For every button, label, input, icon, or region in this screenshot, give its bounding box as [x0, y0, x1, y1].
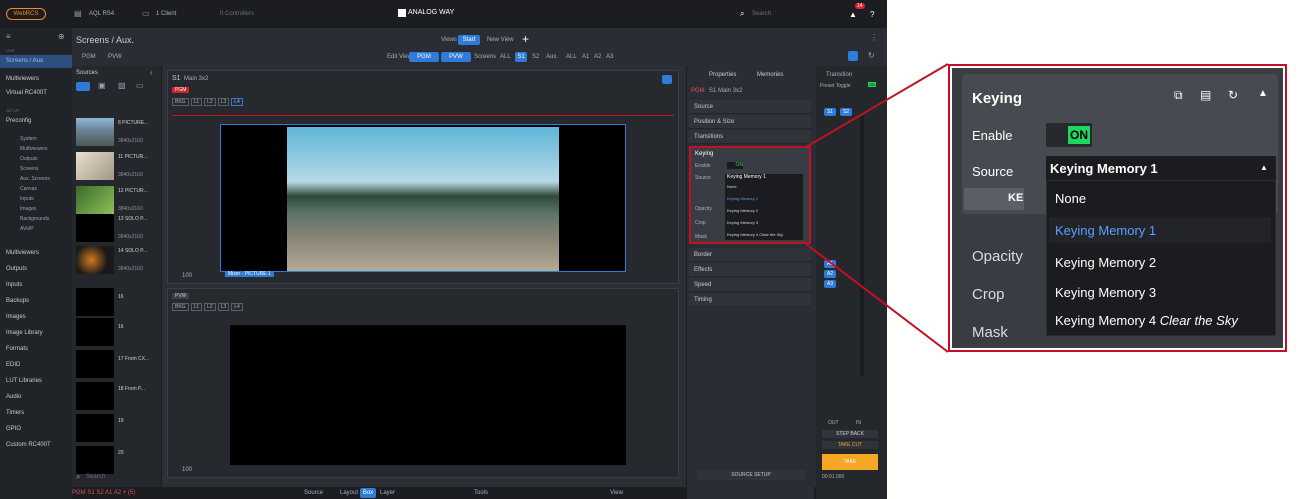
dropdown-option-none[interactable]: None: [1055, 191, 1086, 206]
enable-label: Enable: [972, 128, 1013, 143]
dropdown-option-memory-2[interactable]: Keying Memory 2: [1055, 255, 1156, 270]
source-dropdown-list: None Keying Memory 1 Keying Memory 2 Key…: [1046, 180, 1276, 336]
source-select-value: Keying Memory 1: [1050, 161, 1158, 176]
mask-label: Mask: [972, 324, 1008, 341]
dropdown-option-memory-3[interactable]: Keying Memory 3: [1055, 285, 1156, 300]
dropdown-option-memory-1[interactable]: Keying Memory 1: [1055, 223, 1156, 238]
dropdown-caret-icon: ▲: [1260, 163, 1268, 172]
keying-zoom-content: Keying ⧉ ▤ ↻ ▲ Enable ON Source Keying M…: [952, 68, 1283, 348]
enable-toggle[interactable]: ON: [1046, 123, 1092, 147]
keying-title: Keying: [972, 90, 1023, 107]
keying-zoom-callout: Keying ⧉ ▤ ↻ ▲ Enable ON Source Keying M…: [948, 64, 1287, 352]
paste-icon[interactable]: ▤: [1200, 88, 1211, 102]
enable-toggle-knob: ON: [1068, 126, 1090, 144]
reset-icon[interactable]: ↻: [1228, 88, 1238, 102]
source-select[interactable]: Keying Memory 1 ▲: [1046, 156, 1276, 180]
hidden-button-label: KE: [1008, 192, 1024, 204]
source-label: Source: [972, 164, 1014, 179]
opacity-label: Opacity: [972, 248, 1023, 265]
crop-label: Crop: [972, 286, 1005, 303]
option-label: Keying Memory 4: [1055, 313, 1157, 328]
collapse-icon[interactable]: ▲: [1258, 88, 1268, 99]
hidden-button[interactable]: KE: [964, 188, 1024, 210]
option-suffix: Clear the Sky: [1159, 313, 1238, 328]
dropdown-option-memory-4[interactable]: Keying Memory 4 Clear the Sky: [1055, 313, 1238, 328]
copy-icon[interactable]: ⧉: [1174, 88, 1183, 103]
